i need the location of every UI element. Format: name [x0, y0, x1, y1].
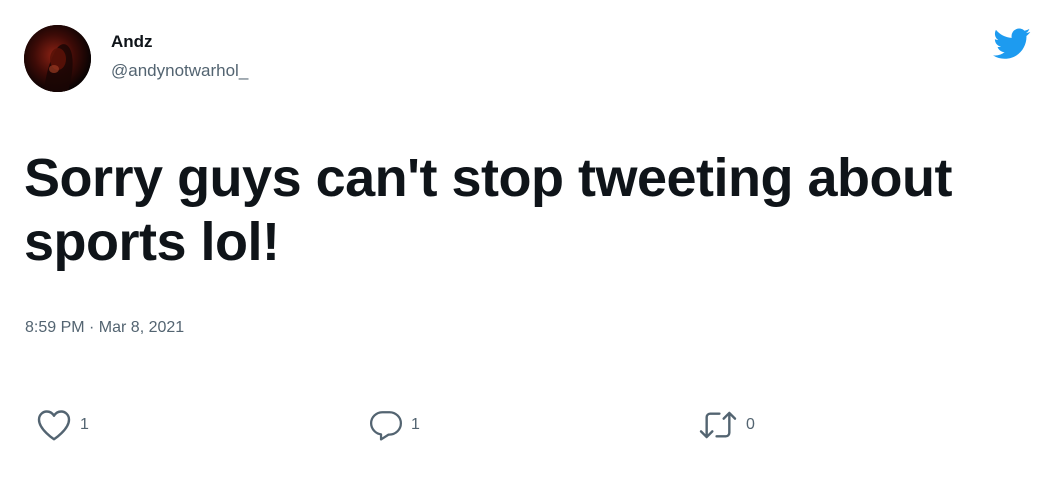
tweet-actions: 1 1 0 [0, 405, 1056, 445]
tweet-timestamp[interactable]: 8:59 PM · Mar 8, 2021 [25, 318, 184, 338]
retweet-icon [698, 408, 738, 442]
twitter-bird-icon[interactable] [993, 28, 1031, 60]
heart-icon [36, 408, 72, 442]
user-handle[interactable]: @andynotwarhol_ [111, 61, 248, 81]
reply-button[interactable]: 1 [369, 405, 420, 445]
reply-count: 1 [411, 416, 420, 433]
tweet-text: Sorry guys can't stop tweeting about spo… [24, 148, 952, 272]
user-info: Andz @andynotwarhol_ [111, 32, 248, 81]
like-count: 1 [80, 416, 89, 433]
retweet-count: 0 [746, 416, 755, 433]
tweet-card: Andz @andynotwarhol_ Sorry guys can't st… [0, 0, 1056, 478]
like-button[interactable]: 1 [36, 405, 89, 445]
reply-bubble-icon [369, 408, 403, 442]
retweet-button[interactable]: 0 [698, 405, 755, 445]
display-name[interactable]: Andz [111, 32, 248, 52]
avatar[interactable] [24, 25, 91, 92]
avatar-image [24, 25, 91, 92]
